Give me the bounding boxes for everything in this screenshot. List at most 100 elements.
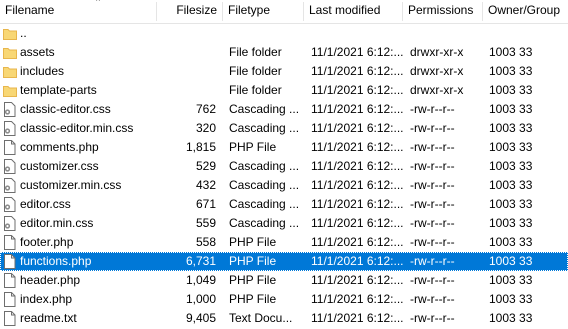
file-row[interactable]: assets File folder 11/1/2021 6:12:... drwxr…	[0, 43, 568, 62]
folder-icon	[3, 83, 17, 98]
file-size: 558	[195, 235, 216, 249]
file-size: 6,731	[185, 254, 216, 268]
file-row[interactable]: classic-editor.min.css 320 Cascading ... 11…	[0, 119, 568, 138]
file-row[interactable]: footer.php 558 PHP File 11/1/2021 6:12:... -…	[0, 233, 568, 252]
column-header-owner-group[interactable]: Owner/Group	[483, 0, 568, 23]
file-owner-group: 1003 33	[489, 311, 533, 325]
column-header-filename[interactable]: Filename	[0, 0, 156, 23]
file-last-modified: 11/1/2021 6:12:...	[311, 292, 403, 306]
file-size	[156, 24, 218, 43]
file-type: Text Docu...	[229, 311, 293, 325]
file-row[interactable]: comments.php 1,815 PHP File 11/1/2021 6:12:…	[0, 138, 568, 157]
file-owner-group: 1003 33	[489, 235, 533, 249]
file-size: 9,405	[185, 311, 216, 325]
folder-icon	[3, 64, 17, 79]
file-name: editor.css	[20, 197, 71, 211]
file-size: 1,049	[185, 273, 216, 287]
file-owner-group: 1003 33	[489, 292, 533, 306]
css-file-icon	[3, 102, 17, 117]
file-last-modified: 11/1/2021 6:12:...	[311, 102, 403, 116]
file-last-modified: 11/1/2021 6:12:...	[311, 178, 403, 192]
file-last-modified: 11/1/2021 6:12:...	[311, 311, 403, 325]
file-row[interactable]: includes File folder 11/1/2021 6:12:... drw…	[0, 62, 568, 81]
file-name: classic-editor.min.css	[20, 121, 134, 135]
file-row[interactable]: ..	[0, 24, 568, 43]
file-row[interactable]: index.php 1,000 PHP File 11/1/2021 6:12:...…	[0, 290, 568, 309]
file-owner-group: 1003 33	[489, 197, 533, 211]
file-name: editor.min.css	[20, 216, 94, 230]
column-header-filesize[interactable]: Filesize	[157, 0, 221, 23]
file-size: 762	[195, 102, 216, 116]
file-permissions: -rw-r--r--	[410, 197, 455, 211]
file-type: Cascading ...	[229, 121, 300, 135]
file-row[interactable]: readme.txt 9,405 Text Docu... 11/1/2021 6:1…	[0, 309, 568, 328]
column-header-bar: ^ Filename Filesize Filetype Last modifi…	[0, 0, 568, 24]
file-name: customizer.min.css	[20, 178, 122, 192]
css-file-icon	[3, 159, 17, 174]
file-size: 1,815	[185, 140, 216, 154]
file-name: includes	[20, 64, 65, 78]
file-icon	[3, 311, 17, 326]
file-row[interactable]: editor.min.css 559 Cascading ... 11/1/2021 …	[0, 214, 568, 233]
file-owner-group: 1003 33	[489, 45, 533, 59]
file-size: 559	[195, 216, 216, 230]
file-last-modified: 11/1/2021 6:12:...	[311, 235, 403, 249]
file-type: PHP File	[229, 140, 277, 154]
file-type: PHP File	[229, 254, 277, 268]
file-type: File folder	[229, 64, 282, 78]
file-name: footer.php	[20, 235, 74, 249]
file-size: 320	[195, 121, 216, 135]
file-name: ..	[20, 26, 27, 40]
file-last-modified: 11/1/2021 6:12:...	[311, 83, 403, 97]
file-type: Cascading ...	[229, 216, 300, 230]
css-file-icon	[3, 121, 17, 136]
column-header-permissions[interactable]: Permissions	[403, 0, 482, 23]
column-header-filetype[interactable]: Filetype	[223, 0, 303, 23]
file-row[interactable]: functions.php 6,731 PHP File 11/1/2021 6:12…	[0, 252, 568, 271]
column-header-last-modified[interactable]: Last modified	[304, 0, 402, 23]
file-name: index.php	[20, 292, 73, 306]
file-row[interactable]: editor.css 671 Cascading ... 11/1/2021 6:12…	[0, 195, 568, 214]
file-size: 432	[195, 178, 216, 192]
file-last-modified: 11/1/2021 6:12:...	[311, 216, 403, 230]
file-size: 529	[195, 159, 216, 173]
file-type: Cascading ...	[229, 197, 300, 211]
file-owner-group: 1003 33	[489, 254, 533, 268]
file-size	[156, 81, 218, 100]
folder-icon	[3, 45, 17, 60]
file-row[interactable]: template-parts File folder 11/1/2021 6:12:…	[0, 81, 568, 100]
file-icon	[3, 140, 17, 155]
file-owner-group: 1003 33	[489, 121, 533, 135]
file-icon	[3, 292, 17, 307]
file-icon	[3, 273, 17, 288]
file-size: 671	[195, 197, 216, 211]
file-permissions: drwxr-xr-x	[410, 64, 464, 78]
folder-icon	[3, 26, 17, 41]
file-icon	[3, 254, 17, 269]
file-row[interactable]: classic-editor.css 762 Cascading ... 11/1/2…	[0, 100, 568, 119]
file-permissions: -rw-r--r--	[410, 216, 455, 230]
file-row[interactable]: header.php 1,049 PHP File 11/1/2021 6:12:..…	[0, 271, 568, 290]
file-permissions: drwxr-xr-x	[410, 45, 464, 59]
file-name: header.php	[20, 273, 81, 287]
file-row[interactable]: customizer.css 529 Cascading ... 11/1/2021 …	[0, 157, 568, 176]
file-last-modified: 11/1/2021 6:12:...	[311, 159, 403, 173]
file-type: Cascading ...	[229, 102, 300, 116]
file-row[interactable]: customizer.min.css 432 Cascading ... 11/1/2…	[0, 176, 568, 195]
file-owner-group: 1003 33	[489, 273, 533, 287]
file-last-modified: 11/1/2021 6:12:...	[311, 197, 403, 211]
file-name: functions.php	[20, 254, 92, 268]
file-owner-group	[489, 24, 568, 43]
file-type: Cascading ...	[229, 159, 300, 173]
file-size	[156, 43, 218, 62]
file-permissions: -rw-r--r--	[410, 159, 455, 173]
file-type: PHP File	[229, 292, 277, 306]
file-name: assets	[20, 45, 55, 59]
file-permissions: -rw-r--r--	[410, 121, 455, 135]
file-name: classic-editor.css	[20, 102, 111, 116]
file-last-modified: 11/1/2021 6:12:...	[311, 121, 403, 135]
file-name: readme.txt	[20, 311, 77, 325]
file-owner-group: 1003 33	[489, 216, 533, 230]
file-type	[229, 24, 301, 43]
file-name: customizer.css	[20, 159, 99, 173]
